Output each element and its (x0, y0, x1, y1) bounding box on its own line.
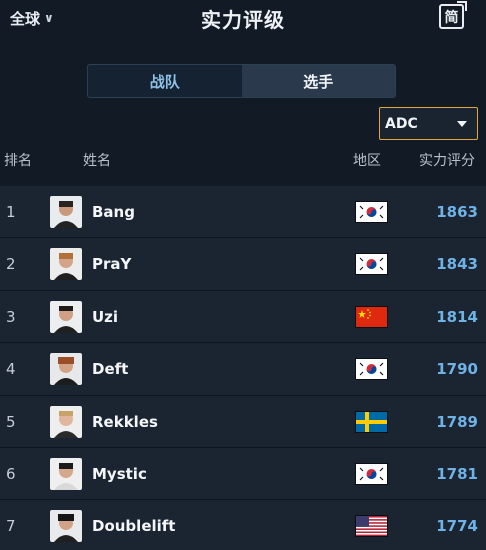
table-row[interactable]: 1 Bang 1863 (0, 186, 486, 239)
rank-number: 5 (6, 412, 16, 431)
table-row[interactable]: 2 PraY 1843 (0, 238, 486, 291)
player-score: 1814 (436, 307, 478, 326)
rank-number: 3 (6, 307, 16, 326)
column-header-rank: 排名 (4, 153, 32, 169)
caret-down-icon (457, 120, 467, 127)
player-name: Deft (92, 360, 129, 379)
usa-flag-icon (355, 515, 388, 538)
player-score: 1789 (436, 412, 478, 431)
player-ranking-list: 1 Bang 1863 2 PraY 1843 3 Uzi 1814 4 Def… (0, 186, 486, 550)
player-score: 1774 (436, 517, 478, 536)
role-filter-dropdown[interactable]: ADC (379, 107, 478, 140)
rank-number: 1 (6, 203, 16, 221)
player-score: 1790 (436, 360, 478, 379)
tab-teams[interactable]: 战队 (88, 65, 242, 97)
table-row[interactable]: 6 Mystic 1781 (0, 447, 486, 501)
rank-number: 4 (6, 360, 16, 379)
page-title: 实力评级 (201, 8, 285, 32)
korea-flag-icon (355, 462, 388, 485)
table-row[interactable]: 4 Deft 1790 (0, 343, 486, 396)
player-name: Uzi (92, 307, 119, 326)
player-avatar (50, 248, 82, 281)
player-avatar (50, 300, 82, 333)
player-score: 1863 (436, 203, 478, 221)
china-flag-icon (355, 305, 388, 328)
player-name: Mystic (92, 464, 147, 483)
player-name: Doublelift (92, 517, 176, 536)
player-name: Bang (92, 203, 135, 221)
player-avatar (50, 510, 82, 543)
korea-flag-icon (355, 201, 388, 223)
sweden-flag-icon (355, 410, 388, 433)
tab-bar: 战队 选手 (87, 64, 396, 98)
table-row[interactable]: 3 Uzi 1814 (0, 290, 486, 344)
table-row[interactable]: 7 Doublelift 1774 (0, 500, 486, 550)
role-filter-value: ADC (385, 115, 418, 132)
player-score: 1843 (436, 255, 478, 274)
player-name: Rekkles (92, 412, 158, 431)
rank-number: 6 (6, 464, 16, 483)
player-avatar (50, 457, 82, 490)
player-name: PraY (92, 255, 132, 274)
player-avatar (50, 196, 82, 228)
table-row[interactable]: 5 Rekkles 1789 (0, 395, 486, 448)
top-bar: 全球 ∨ 实力评级 简 (0, 0, 486, 40)
column-header-score: 实力评分 (419, 153, 475, 169)
player-avatar (50, 405, 82, 438)
rank-number: 2 (6, 255, 16, 274)
column-header-region: 地区 (353, 153, 381, 169)
tab-players[interactable]: 选手 (241, 65, 395, 97)
rank-number: 7 (6, 517, 16, 536)
korea-flag-icon (355, 253, 388, 276)
column-header-name: 姓名 (83, 153, 111, 169)
korea-flag-icon (355, 358, 388, 381)
player-avatar (50, 353, 82, 386)
player-score: 1781 (436, 464, 478, 483)
simplified-chinese-toggle-button[interactable]: 简 (439, 1, 467, 29)
